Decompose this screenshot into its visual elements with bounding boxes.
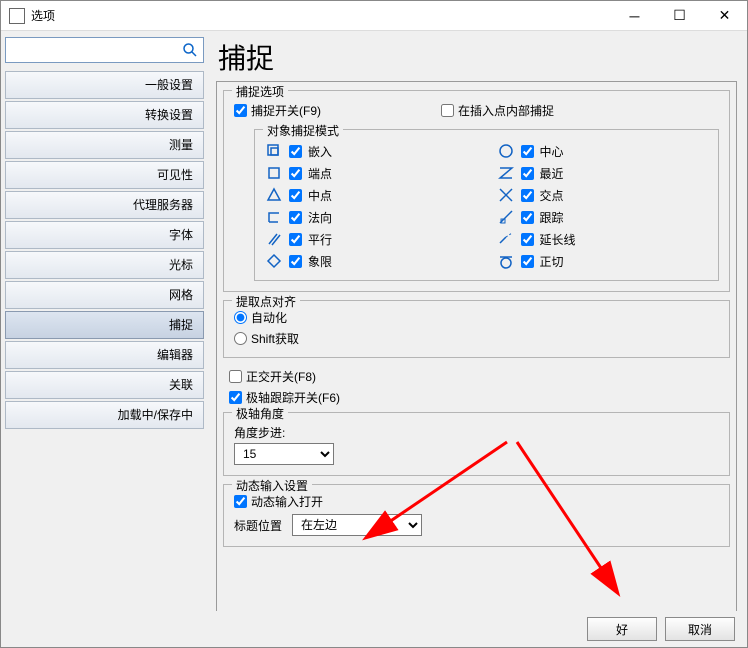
endpoint-icon bbox=[265, 164, 283, 182]
quadrant-icon bbox=[265, 252, 283, 270]
snap-mode-center[interactable]: 中心 bbox=[497, 142, 709, 160]
title-position-select[interactable]: 在左边 bbox=[292, 514, 422, 536]
snap-mode-normal[interactable]: 法向 bbox=[265, 208, 477, 226]
extension-icon bbox=[497, 230, 515, 248]
intersect-icon bbox=[497, 186, 515, 204]
nearest-icon bbox=[497, 164, 515, 182]
titlebar: 选项 ─ ☐ ✕ bbox=[1, 1, 747, 31]
group-snap-modes: 对象捕捉模式 嵌入中心端点最近中点交点法向跟踪平行延长线象限正切 bbox=[254, 129, 719, 281]
sidebar-item-snap[interactable]: 捕捉 bbox=[5, 311, 204, 339]
search-icon[interactable] bbox=[182, 42, 198, 58]
sidebar-item-visibility[interactable]: 可见性 bbox=[5, 161, 204, 189]
align-shift-radio[interactable]: Shift获取 bbox=[234, 330, 719, 347]
snap-toggle-checkbox[interactable]: 捕捉开关(F9) bbox=[234, 102, 321, 119]
snap-mode-nested[interactable]: 嵌入 bbox=[265, 142, 477, 160]
group-align: 提取点对齐 自动化 Shift获取 bbox=[223, 300, 730, 358]
tangent-icon bbox=[497, 252, 515, 270]
group-polar-angle: 极轴角度 角度步进: 15 bbox=[223, 412, 730, 476]
app-icon bbox=[9, 8, 25, 24]
dynamic-input-checkbox[interactable]: 动态输入打开 bbox=[234, 493, 719, 510]
sidebar-item-measure[interactable]: 测量 bbox=[5, 131, 204, 159]
sidebar-item-link[interactable]: 关联 bbox=[5, 371, 204, 399]
midpoint-icon bbox=[265, 186, 283, 204]
angle-step-label: 角度步进: bbox=[234, 424, 285, 441]
ok-button[interactable]: 好 bbox=[587, 617, 657, 641]
content-panel: 捕捉选项 捕捉开关(F9) 在插入点内部捕捉 对象捕捉模式 嵌入 中心端点 最近中点… bbox=[216, 81, 737, 611]
parallel-icon bbox=[265, 230, 283, 248]
sidebar-item-proxy[interactable]: 代理服务器 bbox=[5, 191, 204, 219]
snap-mode-parallel[interactable]: 平行 bbox=[265, 230, 477, 248]
sidebar-item-grid[interactable]: 网格 bbox=[5, 281, 204, 309]
window-title: 选项 bbox=[31, 7, 612, 24]
snap-mode-quadrant[interactable]: 象限 bbox=[265, 252, 477, 270]
snap-mode-tangent[interactable]: 正切 bbox=[497, 252, 709, 270]
snap-mode-intersect[interactable]: 交点 bbox=[497, 186, 709, 204]
normal-icon bbox=[265, 208, 283, 226]
cancel-button[interactable]: 取消 bbox=[665, 617, 735, 641]
group-dynamic-input: 动态输入设置 动态输入打开 标题位置 在左边 bbox=[223, 484, 730, 547]
polar-track-checkbox[interactable]: 极轴跟踪开关(F6) bbox=[229, 389, 724, 406]
sidebar-item-editor[interactable]: 编辑器 bbox=[5, 341, 204, 369]
snap-mode-midpoint[interactable]: 中点 bbox=[265, 186, 477, 204]
nested-icon bbox=[265, 142, 283, 160]
snap-mode-nearest[interactable]: 最近 bbox=[497, 164, 709, 182]
group-legend: 对象捕捉模式 bbox=[263, 122, 343, 139]
track-icon bbox=[497, 208, 515, 226]
sidebar-item-cursor[interactable]: 光标 bbox=[5, 251, 204, 279]
insert-inside-checkbox[interactable]: 在插入点内部捕捉 bbox=[441, 102, 554, 119]
maximize-button[interactable]: ☐ bbox=[657, 1, 702, 31]
snap-mode-extension[interactable]: 延长线 bbox=[497, 230, 709, 248]
sidebar: 一般设置 转换设置 测量 可见性 代理服务器 字体 光标 网格 捕捉 编辑器 关… bbox=[1, 31, 208, 611]
search-input[interactable] bbox=[5, 37, 204, 63]
angle-step-select[interactable]: 15 bbox=[234, 443, 334, 465]
sidebar-item-general[interactable]: 一般设置 bbox=[5, 71, 204, 99]
ortho-checkbox[interactable]: 正交开关(F8) bbox=[229, 368, 724, 385]
close-button[interactable]: ✕ bbox=[702, 1, 747, 31]
center-icon bbox=[497, 142, 515, 160]
group-snap-options: 捕捉选项 捕捉开关(F9) 在插入点内部捕捉 对象捕捉模式 嵌入中心端点最近中点… bbox=[223, 90, 730, 292]
group-legend: 捕捉选项 bbox=[232, 83, 288, 100]
align-auto-radio[interactable]: 自动化 bbox=[234, 309, 719, 326]
title-position-label: 标题位置 bbox=[234, 517, 282, 534]
snap-mode-track[interactable]: 跟踪 bbox=[497, 208, 709, 226]
minimize-button[interactable]: ─ bbox=[612, 1, 657, 31]
page-title: 捕捉 bbox=[218, 37, 737, 77]
sidebar-item-font[interactable]: 字体 bbox=[5, 221, 204, 249]
sidebar-item-load-save[interactable]: 加载中/保存中 bbox=[5, 401, 204, 429]
snap-mode-endpoint[interactable]: 端点 bbox=[265, 164, 477, 182]
sidebar-item-convert[interactable]: 转换设置 bbox=[5, 101, 204, 129]
